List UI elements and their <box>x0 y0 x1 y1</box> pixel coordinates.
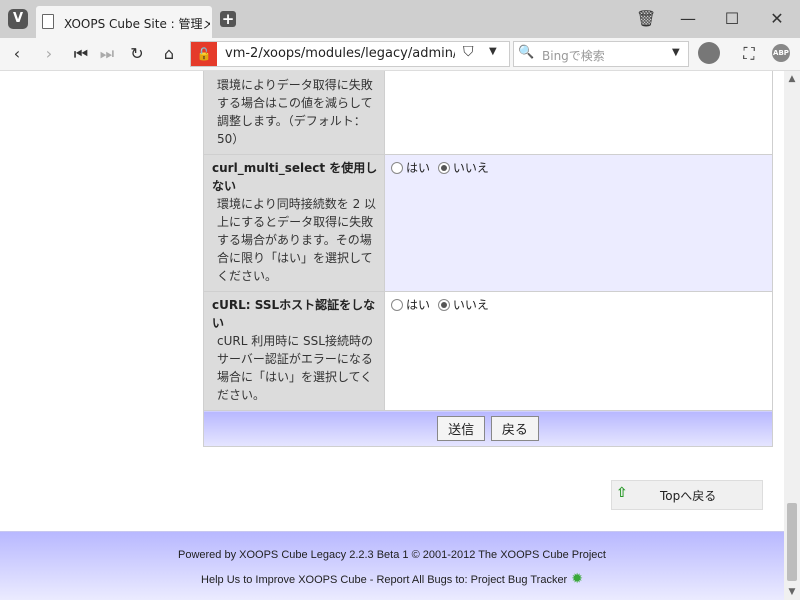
radio-no[interactable] <box>437 161 450 174</box>
option-no[interactable]: いいえ <box>437 159 489 176</box>
bug-report-link[interactable]: Help Us to Improve XOOPS Cube - Report A… <box>201 574 567 586</box>
row-title: cURL: SSLホスト認証をしない <box>212 298 376 330</box>
chevron-down-icon[interactable]: ▼ <box>489 46 497 57</box>
bug-icon: ✹ <box>571 570 583 586</box>
page-content: 環境によりデータ取得に失敗する場合はこの値を減らして調整します。（デフォルト：5… <box>0 71 784 600</box>
row-description: 環境によりデータ取得に失敗する場合はこの値を減らして調整します。（デフォルト：5… <box>217 78 373 146</box>
bug-report-line: Help Us to Improve XOOPS Cube - Report A… <box>0 570 784 587</box>
back-button[interactable]: 戻る <box>490 416 539 441</box>
option-label: いいえ <box>452 298 489 312</box>
chevron-down-icon[interactable]: ▼ <box>672 47 680 58</box>
scroll-down-icon[interactable]: ▼ <box>784 584 800 600</box>
home-icon[interactable]: ⌂ <box>158 43 180 65</box>
table-row: curl_multi_select を使用しない 環境により同時接続数を 2 以… <box>203 154 773 292</box>
form-footer-row: 送信 戻る <box>203 410 773 447</box>
radio-yes[interactable] <box>391 161 403 174</box>
preferences-table: 環境によりデータ取得に失敗する場合はこの値を減らして調整します。（デフォルト：5… <box>203 71 773 447</box>
close-icon[interactable]: ✕ <box>767 9 787 29</box>
option-yes[interactable]: はい <box>391 296 430 313</box>
active-tab[interactable]: XOOPS Cube Site : 管理メニ <box>36 6 212 38</box>
maximize-icon[interactable]: ☐ <box>722 9 742 29</box>
search-field[interactable]: 🔍 Bingで検索 ▼ <box>513 41 689 67</box>
url-text: vm-2/xoops/modules/legacy/admin/in... <box>225 46 455 61</box>
bookmark-icon[interactable]: ⛉ <box>463 44 474 60</box>
adblock-icon[interactable]: ABP <box>772 44 790 62</box>
arrow-up-icon: ⇧ <box>616 485 628 501</box>
table-row: cURL: SSLホスト認証をしない cURL 利用時に SSL接続時のサーバー… <box>203 291 773 411</box>
radio-yes[interactable] <box>391 298 403 311</box>
forward-icon[interactable]: › <box>38 43 60 65</box>
scroll-up-icon[interactable]: ▲ <box>784 71 800 87</box>
fast-forward-icon[interactable]: ⏭ <box>96 43 118 65</box>
profile-avatar[interactable] <box>698 42 720 64</box>
search-icon: 🔍 <box>518 45 535 60</box>
tab-title: XOOPS Cube Site : 管理メニ <box>64 17 210 31</box>
back-icon[interactable]: ‹ <box>6 43 28 65</box>
search-placeholder: Bingで検索 <box>542 49 605 63</box>
scroll-thumb[interactable] <box>787 503 797 581</box>
back-to-top-label: Topへ戻る <box>660 489 717 503</box>
option-label: いいえ <box>452 161 489 175</box>
reload-icon[interactable]: ↻ <box>126 43 148 65</box>
powered-by-text: Powered by XOOPS Cube Legacy 2.2.3 Beta … <box>178 549 606 561</box>
capture-icon[interactable]: ⛶ <box>738 43 760 65</box>
option-label: はい <box>406 298 431 312</box>
vertical-scrollbar[interactable]: ▲ ▼ <box>784 71 800 600</box>
new-tab-icon[interactable]: + <box>220 11 236 27</box>
option-no[interactable]: いいえ <box>437 296 489 313</box>
vivaldi-logo-icon[interactable]: V <box>8 9 28 29</box>
tab-bar: V XOOPS Cube Site : 管理メニ + 🗑 — ☐ ✕ <box>0 0 800 38</box>
page-icon <box>42 14 54 29</box>
back-to-top-link[interactable]: ⇧ Topへ戻る <box>611 480 763 510</box>
address-bar[interactable]: 🔓 vm-2/xoops/modules/legacy/admin/in... … <box>190 41 510 67</box>
row-description: 環境により同時接続数を 2 以上にするとデータ取得に失敗する場合があります。その… <box>217 197 377 283</box>
row-description: cURL 利用時に SSL接続時のサーバー認証がエラーになる場合に「はい」を選択… <box>217 334 373 402</box>
row-title: curl_multi_select を使用しない <box>212 161 378 193</box>
submit-button[interactable]: 送信 <box>437 416 486 441</box>
trash-icon[interactable]: 🗑 <box>636 9 656 29</box>
option-label: はい <box>406 161 431 175</box>
radio-no[interactable] <box>437 298 450 311</box>
table-row: 環境によりデータ取得に失敗する場合はこの値を減らして調整します。（デフォルト：5… <box>203 71 773 155</box>
browser-toolbar: ‹ › ⏮ ⏭ ↻ ⌂ 🔓 vm-2/xoops/modules/legacy/… <box>0 38 800 71</box>
minimize-icon[interactable]: — <box>678 9 698 29</box>
rewind-icon[interactable]: ⏮ <box>70 43 92 65</box>
site-footer: Powered by XOOPS Cube Legacy 2.2.3 Beta … <box>0 531 784 600</box>
unlocked-icon[interactable]: 🔓 <box>191 42 217 66</box>
option-yes[interactable]: はい <box>391 159 430 176</box>
